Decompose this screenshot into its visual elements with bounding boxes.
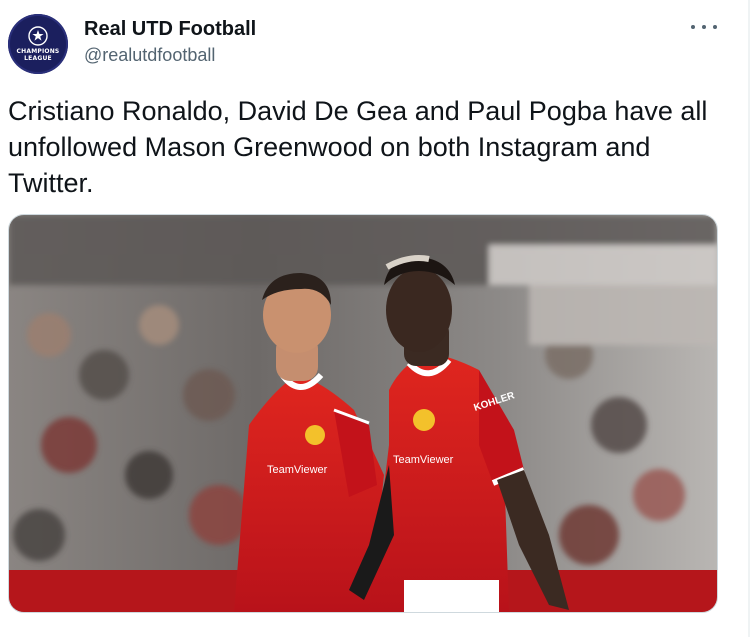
more-options-button[interactable] <box>691 17 717 37</box>
tweet-text: Cristiano Ronaldo, David De Gea and Paul… <box>8 96 708 198</box>
tweet-media-photo[interactable]: TeamViewer TeamViewer KOHLER <box>8 214 718 613</box>
author-handle[interactable]: @realutdfootball <box>84 45 215 66</box>
kit-sponsor-right: TeamViewer <box>393 454 454 466</box>
football-players-photo: TeamViewer TeamViewer KOHLER <box>9 215 717 612</box>
avatar-logo-text: CHAMPIONS LEAGUE <box>16 48 60 62</box>
tweet-card: CHAMPIONS LEAGUE Real UTD Football @realu… <box>0 0 750 637</box>
ellipsis-icon <box>691 25 695 29</box>
kit-sponsor-left: TeamViewer <box>267 464 328 476</box>
author-display-name[interactable]: Real UTD Football <box>84 18 256 41</box>
avatar[interactable]: CHAMPIONS LEAGUE <box>8 14 68 74</box>
star-ball-icon <box>28 26 48 46</box>
